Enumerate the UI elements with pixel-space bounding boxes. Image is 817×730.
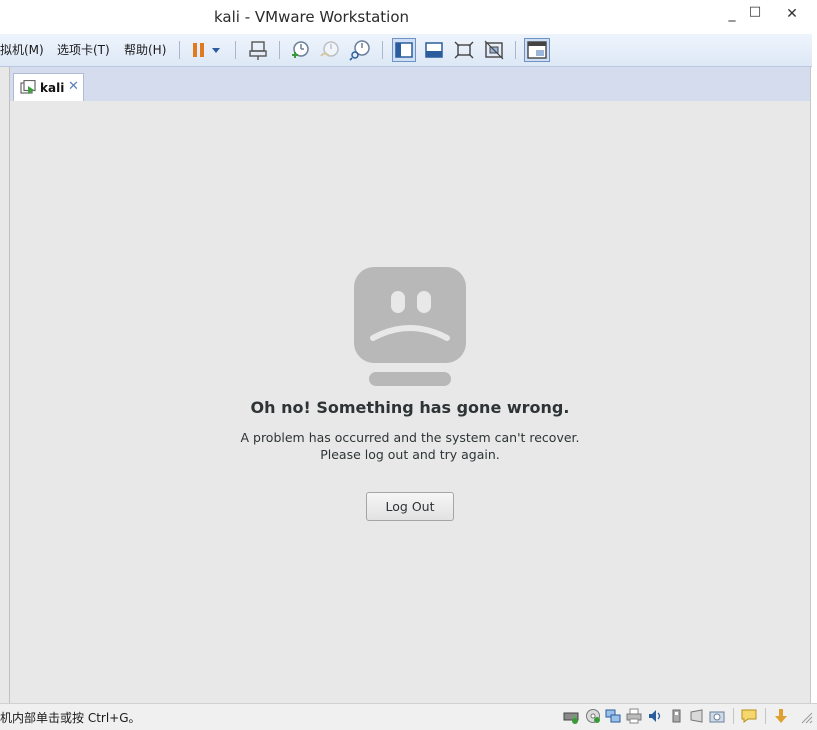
camera-icon[interactable] <box>709 708 725 724</box>
display-icon[interactable] <box>689 708 705 724</box>
tab-label: kali <box>40 81 65 95</box>
snapshot-revert-icon[interactable] <box>319 39 341 61</box>
thumbnail-view-icon[interactable] <box>524 38 550 62</box>
menu-help[interactable]: 帮助(H) <box>124 41 166 58</box>
title-bar: kali - VMware Workstation _ □ ✕ <box>0 0 817 34</box>
error-message-line-1: A problem has occurred and the system ca… <box>240 430 580 445</box>
close-button[interactable]: ✕ <box>778 4 806 24</box>
download-icon[interactable] <box>773 708 789 724</box>
sound-card-icon[interactable] <box>647 708 663 724</box>
send-ctrl-alt-del-icon[interactable] <box>247 39 269 61</box>
error-message-line-2: Please log out and try again. <box>320 447 500 462</box>
tab-kali[interactable]: kali ✕ <box>13 73 84 101</box>
toolbar-separator <box>179 41 180 59</box>
status-separator <box>765 708 766 724</box>
maximize-button[interactable]: □ <box>741 2 769 22</box>
toolbar-separator <box>515 41 516 59</box>
menu-vm[interactable]: 拟机(M) <box>0 41 44 58</box>
window-title: kali - VMware Workstation <box>214 8 409 26</box>
console-view-icon[interactable] <box>392 38 416 62</box>
status-separator <box>733 708 734 724</box>
error-title: Oh no! Something has gone wrong. <box>250 398 570 417</box>
unity-icon[interactable] <box>483 39 505 61</box>
resize-grip-icon[interactable] <box>799 708 813 724</box>
usb-icon[interactable] <box>669 708 685 724</box>
fullscreen-icon[interactable] <box>453 39 475 61</box>
snapshot-take-icon[interactable] <box>289 39 311 61</box>
cd-dvd-icon[interactable] <box>585 708 601 724</box>
vm-display[interactable]: Oh no! Something has gone wrong. A probl… <box>10 101 810 703</box>
menu-tabs[interactable]: 选项卡(T) <box>57 41 110 58</box>
printer-icon[interactable] <box>626 708 642 724</box>
tab-close-icon[interactable]: ✕ <box>68 79 79 94</box>
window-right-edge <box>810 67 817 703</box>
network-adapter-icon[interactable] <box>605 708 621 724</box>
sad-computer-icon <box>353 266 467 388</box>
dropdown-arrow-icon[interactable] <box>209 39 223 61</box>
toolbar-separator <box>279 41 280 59</box>
log-out-button[interactable]: Log Out <box>366 492 454 521</box>
toolbar-separator <box>382 41 383 59</box>
pause-icon[interactable] <box>188 39 210 61</box>
status-bar: 机内部单击或按 Ctrl+G。 <box>0 703 817 730</box>
status-hint: 机内部单击或按 Ctrl+G。 <box>0 711 141 725</box>
toolbar-separator <box>235 41 236 59</box>
vm-icon <box>20 79 36 96</box>
tab-strip: kali ✕ <box>10 67 810 101</box>
message-icon[interactable] <box>741 708 757 724</box>
library-panel-edge <box>0 67 10 703</box>
menu-toolbar: 拟机(M) 选项卡(T) 帮助(H) <box>0 34 812 67</box>
quick-switch-icon[interactable] <box>423 39 445 61</box>
hard-disk-icon[interactable] <box>563 708 579 724</box>
snapshot-manager-icon[interactable] <box>349 39 371 61</box>
